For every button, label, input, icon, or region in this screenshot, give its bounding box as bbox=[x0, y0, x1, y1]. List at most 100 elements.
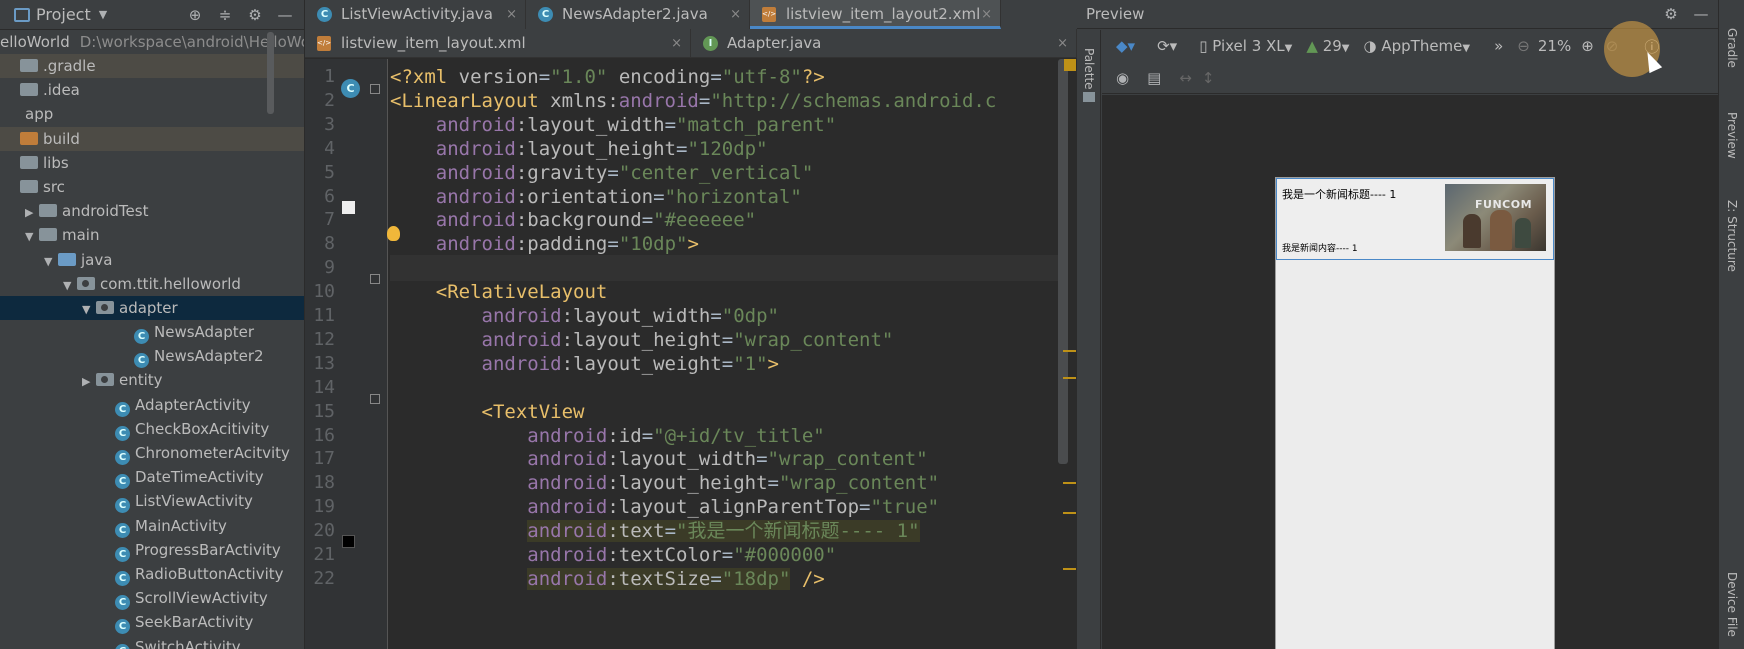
project-scrollbar[interactable] bbox=[267, 32, 274, 114]
zoom-out-icon[interactable]: ⊖ bbox=[1517, 37, 1530, 55]
code-line[interactable]: android:layout_weight="1"> bbox=[390, 351, 779, 377]
tree-item[interactable]: C DateTimeActivity bbox=[0, 465, 304, 490]
project-root[interactable]: elloWorld D:\workspace\android\HelloWor bbox=[0, 30, 304, 54]
chevron-right-icon[interactable]: ▶ bbox=[25, 201, 39, 225]
code-line[interactable]: android:layout_width="match_parent" bbox=[390, 112, 836, 138]
code-line[interactable]: android:layout_width="wrap_content" bbox=[390, 446, 927, 472]
code-line[interactable]: android:padding="10dp"> bbox=[390, 231, 699, 257]
code-area[interactable]: <?xml version="1.0" encoding="utf-8"?> <L… bbox=[390, 59, 1060, 649]
minimize-icon[interactable]: — bbox=[274, 6, 296, 24]
code-line[interactable]: android:gravity="center_vertical" bbox=[390, 160, 814, 186]
color-swatch-icon[interactable] bbox=[342, 535, 355, 548]
chevron-down-icon[interactable]: ▼ bbox=[25, 225, 39, 249]
fold-marker-icon[interactable] bbox=[370, 394, 380, 404]
tree-item[interactable]: C NewsAdapter2 bbox=[0, 344, 304, 369]
tree-item[interactable]: C NewsAdapter bbox=[0, 320, 304, 345]
fold-marker-icon[interactable] bbox=[370, 274, 380, 284]
warning-stripe[interactable] bbox=[1063, 350, 1076, 352]
warning-stripe[interactable] bbox=[1063, 568, 1076, 570]
code-line[interactable]: <?xml version="1.0" encoding="utf-8"?> bbox=[390, 64, 825, 90]
tree-item[interactable]: .idea bbox=[0, 78, 304, 102]
preview-canvas[interactable]: 我是一个新闻标题---- 1 我是新闻内容---- 1 FUNCOM bbox=[1102, 95, 1718, 649]
code-line[interactable]: android:layout_width="0dp" bbox=[390, 303, 779, 329]
overflow-icon[interactable]: » bbox=[1494, 37, 1503, 55]
vertical-resize-icon[interactable]: ↕ bbox=[1202, 69, 1215, 87]
device-screen[interactable]: 我是一个新闻标题---- 1 我是新闻内容---- 1 FUNCOM bbox=[1275, 177, 1555, 649]
chevron-down-icon[interactable]: ▼ bbox=[82, 298, 96, 322]
close-icon[interactable]: × bbox=[671, 29, 682, 58]
close-icon[interactable]: × bbox=[1057, 29, 1068, 58]
code-line[interactable]: android:text="我是一个新闻标题---- 1" bbox=[390, 518, 920, 544]
code-line[interactable]: android:textSize="18dp" /> bbox=[390, 566, 825, 592]
tree-item[interactable]: C AdapterActivity bbox=[0, 393, 304, 417]
eye-icon[interactable]: ◉ bbox=[1116, 69, 1129, 87]
tree-item[interactable]: ▼ main bbox=[0, 223, 304, 247]
code-line[interactable]: <LinearLayout xmlns:android="http://sche… bbox=[390, 88, 996, 114]
code-line[interactable]: android:orientation="horizontal" bbox=[390, 184, 802, 210]
editor-tab[interactable]: I Adapter.java × bbox=[691, 29, 1077, 58]
editor-scrollbar[interactable] bbox=[1058, 59, 1068, 464]
color-swatch-icon[interactable] bbox=[342, 201, 355, 214]
editor-tab[interactable]: </> listview_item_layout.xml × bbox=[305, 29, 691, 58]
chevron-right-icon[interactable]: ▶ bbox=[82, 370, 96, 394]
layers-icon[interactable]: ◆▾ bbox=[1116, 37, 1135, 55]
code-line[interactable]: android:layout_alignParentTop="true" bbox=[390, 494, 939, 520]
blueprint-icon[interactable]: ▤ bbox=[1147, 69, 1161, 87]
editor-tab[interactable]: C NewsAdapter2.java × bbox=[526, 0, 750, 29]
warning-stripe[interactable] bbox=[1063, 377, 1076, 379]
list-item-preview[interactable]: 我是一个新闻标题---- 1 我是新闻内容---- 1 FUNCOM bbox=[1276, 178, 1554, 260]
zoom-in-icon[interactable]: ⊕ bbox=[1581, 37, 1594, 55]
tree-item[interactable]: build bbox=[0, 126, 304, 151]
editor-tab[interactable]: </> listview_item_layout2.xml × bbox=[750, 0, 1001, 29]
gear-icon[interactable]: ⚙ bbox=[1660, 5, 1682, 23]
palette-tab[interactable]: Palette bbox=[1082, 48, 1096, 90]
device-selector[interactable]: ▯ Pixel 3 XL▼ bbox=[1199, 37, 1292, 55]
close-icon[interactable]: × bbox=[506, 0, 517, 29]
tree-item[interactable]: ▶ entity bbox=[0, 368, 304, 392]
target-icon[interactable]: ⊕ bbox=[184, 6, 206, 24]
tree-item[interactable]: ▼ com.ttit.helloworld bbox=[0, 272, 304, 296]
tree-item[interactable]: C ListViewActivity bbox=[0, 489, 304, 514]
tree-item[interactable]: C SeekBarActivity bbox=[0, 610, 304, 635]
structure-tab[interactable]: Z: Structure bbox=[1725, 200, 1739, 272]
preview-tab[interactable]: Preview bbox=[1725, 112, 1739, 159]
rotate-icon[interactable]: ⟳▾ bbox=[1157, 37, 1177, 55]
class-gutter-icon[interactable]: C bbox=[341, 79, 360, 98]
close-icon[interactable]: × bbox=[981, 0, 992, 29]
minimize-icon[interactable]: — bbox=[1690, 5, 1712, 23]
editor-tab[interactable]: C ListViewActivity.java × bbox=[305, 0, 526, 29]
project-view-selector[interactable]: Project bbox=[36, 5, 91, 24]
code-line[interactable]: <RelativeLayout bbox=[390, 279, 608, 305]
tree-item[interactable]: C ScrollViewActivity bbox=[0, 586, 304, 611]
warning-stripe[interactable] bbox=[1063, 512, 1076, 514]
code-line[interactable]: <TextView bbox=[390, 399, 585, 425]
tree-item[interactable]: C ChronometerAcitvity bbox=[0, 441, 304, 465]
tree-item[interactable]: libs bbox=[0, 151, 304, 175]
chevron-down-icon[interactable]: ▼ bbox=[63, 274, 77, 298]
tree-item[interactable]: C ProgressBarActivity bbox=[0, 538, 304, 562]
close-icon[interactable]: × bbox=[730, 0, 741, 29]
theme-selector[interactable]: ◑ AppTheme▼ bbox=[1363, 37, 1470, 55]
gradle-tab[interactable]: Gradle bbox=[1725, 28, 1739, 68]
palette-icon[interactable] bbox=[1083, 92, 1095, 102]
tree-item[interactable]: src bbox=[0, 175, 304, 199]
tree-item[interactable]: ▼ java bbox=[0, 248, 304, 272]
warning-stripe-marker[interactable] bbox=[1064, 59, 1076, 71]
code-line[interactable]: android:layout_height="wrap_content" bbox=[390, 327, 894, 353]
chevron-down-icon[interactable]: ▼ bbox=[44, 250, 58, 274]
collapse-all-icon[interactable]: ≑ bbox=[214, 6, 236, 24]
tree-item[interactable]: C CheckBoxAcitivity bbox=[0, 417, 304, 441]
tree-item[interactable]: ▼ adapter bbox=[0, 295, 304, 322]
tree-item[interactable]: C RadioButtonActivity bbox=[0, 562, 304, 586]
code-line[interactable]: android:textColor="#000000" bbox=[390, 542, 836, 568]
fold-marker-icon[interactable] bbox=[370, 84, 380, 94]
horizontal-resize-icon[interactable]: ↔ bbox=[1179, 69, 1192, 87]
gear-icon[interactable]: ⚙ bbox=[244, 6, 266, 24]
code-line[interactable]: android:layout_height="120dp" bbox=[390, 136, 768, 162]
tree-item[interactable]: C MainActivity bbox=[0, 514, 304, 538]
code-line[interactable]: android:background="#eeeeee" bbox=[390, 207, 756, 233]
tree-item[interactable]: ▶ androidTest bbox=[0, 199, 304, 223]
tree-item[interactable]: .gradle bbox=[0, 54, 304, 79]
warning-stripe[interactable] bbox=[1063, 482, 1076, 484]
code-line[interactable] bbox=[390, 255, 1060, 282]
